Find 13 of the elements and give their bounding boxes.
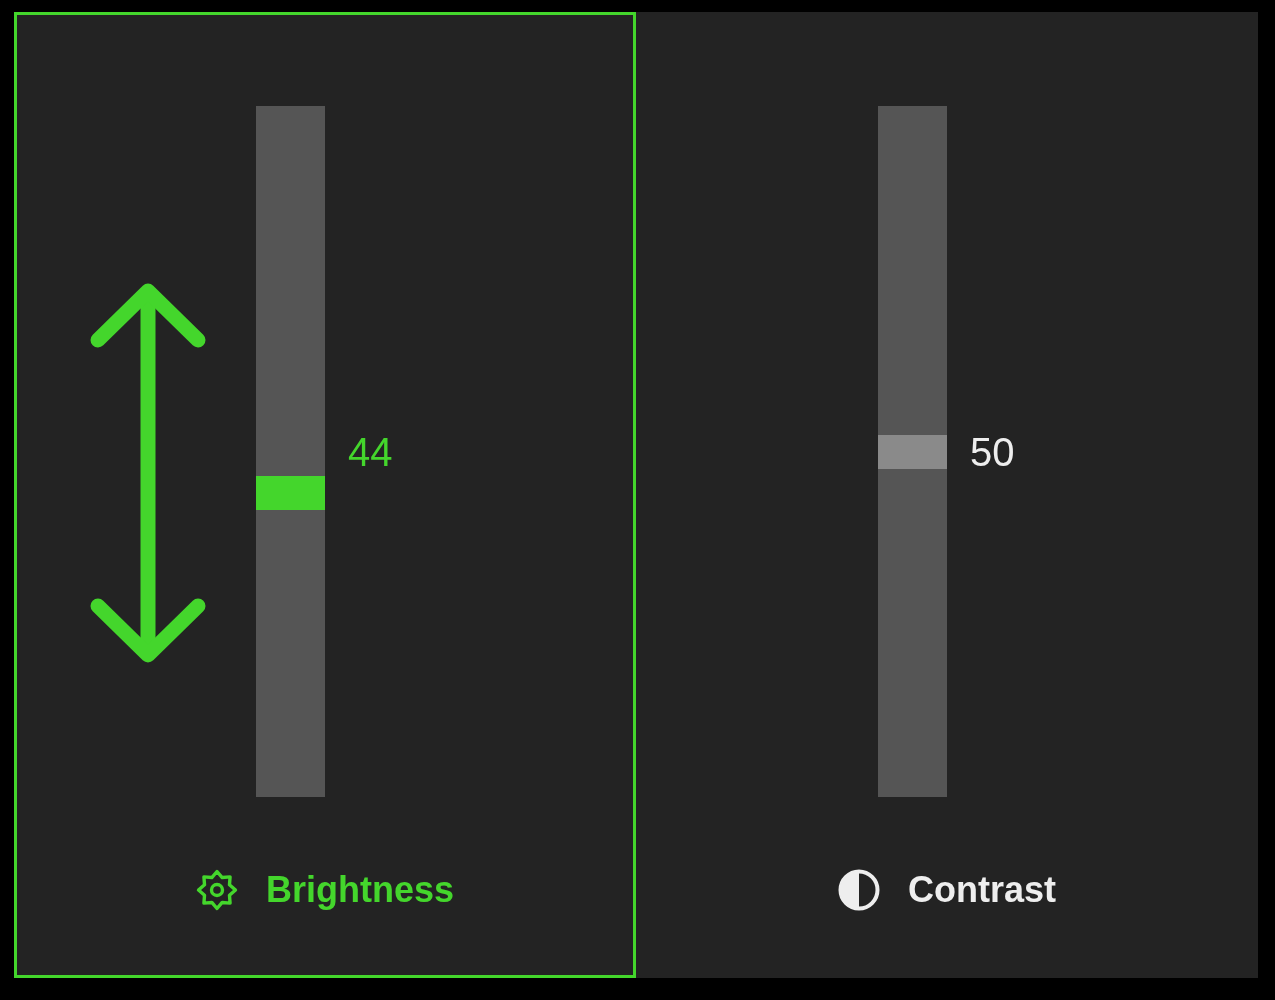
slider-value: 44: [348, 428, 393, 475]
contrast-icon: [838, 869, 880, 911]
slider-thumb[interactable]: [878, 434, 947, 469]
slider-track[interactable]: [878, 106, 947, 797]
up-down-arrow-icon: [90, 283, 206, 663]
slider-track[interactable]: [256, 106, 325, 797]
slider-thumb[interactable]: [256, 475, 325, 510]
slider-label: Brightness: [265, 868, 454, 912]
gear-icon: [195, 869, 238, 911]
slider-card[interactable]: 44 Brightness: [14, 12, 636, 978]
slider-value: 50: [970, 428, 1015, 475]
slider-card[interactable]: 50 Contrast: [636, 12, 1258, 978]
slider-label: Contrast: [908, 868, 1056, 912]
